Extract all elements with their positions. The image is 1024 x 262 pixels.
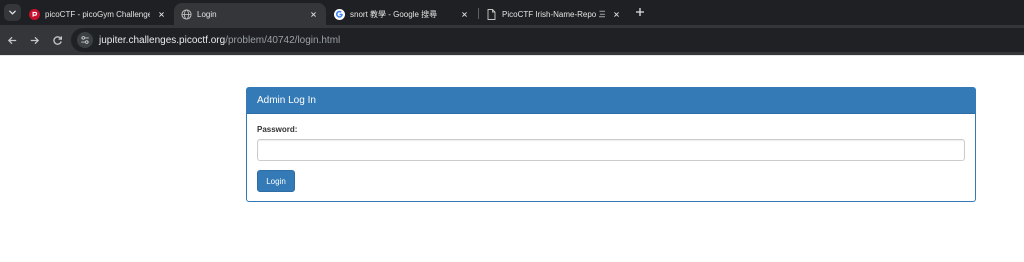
- plus-icon: [636, 8, 644, 16]
- browser-toolbar: jupiter.challenges.picoctf.org/problem/4…: [0, 25, 1024, 55]
- tab-title: picoCTF - picoGym Challenges: [45, 9, 150, 19]
- tab-title: Login: [197, 9, 217, 19]
- close-icon[interactable]: [611, 9, 621, 19]
- site-info-button[interactable]: [77, 32, 93, 48]
- url-host: jupiter.challenges.picoctf.org: [99, 34, 226, 46]
- url-path: /problem/40742/login.html: [225, 34, 341, 46]
- back-button[interactable]: [5, 33, 19, 47]
- admin-login-panel: Admin Log In Password: Login: [246, 87, 976, 202]
- tab-title: PicoCTF Irish-Name-Repo 三部曲: [502, 9, 605, 19]
- page-icon: [486, 8, 497, 20]
- close-icon[interactable]: [156, 9, 166, 19]
- tab-search-button[interactable]: [4, 4, 21, 21]
- globe-icon: [181, 8, 192, 20]
- forward-button[interactable]: [27, 33, 41, 47]
- login-form: Password: Login: [247, 114, 975, 192]
- reload-icon: [52, 35, 62, 45]
- address-bar[interactable]: jupiter.challenges.picoctf.org/problem/4…: [71, 28, 1024, 52]
- toolbar-divider: [0, 55, 1024, 56]
- tune-icon: [81, 36, 89, 44]
- password-label: Password:: [257, 125, 298, 134]
- picoctf-icon: [29, 8, 40, 20]
- google-icon: [334, 8, 345, 20]
- arrow-right-icon: [30, 36, 39, 44]
- password-field[interactable]: [257, 139, 965, 161]
- tab-picoctf[interactable]: picoCTF - picoGym Challenges: [22, 3, 174, 25]
- login-button[interactable]: Login: [257, 170, 295, 192]
- close-icon[interactable]: [308, 9, 318, 19]
- tab-google-search[interactable]: snort 教學 - Google 搜尋: [327, 3, 477, 25]
- tab-irish-name-repo[interactable]: PicoCTF Irish-Name-Repo 三部曲: [479, 3, 629, 25]
- new-tab-button[interactable]: [633, 5, 647, 19]
- arrow-left-icon: [7, 36, 16, 44]
- panel-title: Admin Log In: [247, 88, 975, 114]
- close-icon[interactable]: [459, 9, 469, 19]
- tab-strip: picoCTF - picoGym Challenges Login snort…: [0, 0, 1024, 25]
- tab-login[interactable]: Login: [174, 3, 326, 25]
- chevron-down-icon: [9, 10, 16, 15]
- reload-button[interactable]: [50, 33, 64, 47]
- tab-title: snort 教學 - Google 搜尋: [350, 9, 438, 19]
- url-text: jupiter.challenges.picoctf.org/problem/4…: [99, 35, 340, 46]
